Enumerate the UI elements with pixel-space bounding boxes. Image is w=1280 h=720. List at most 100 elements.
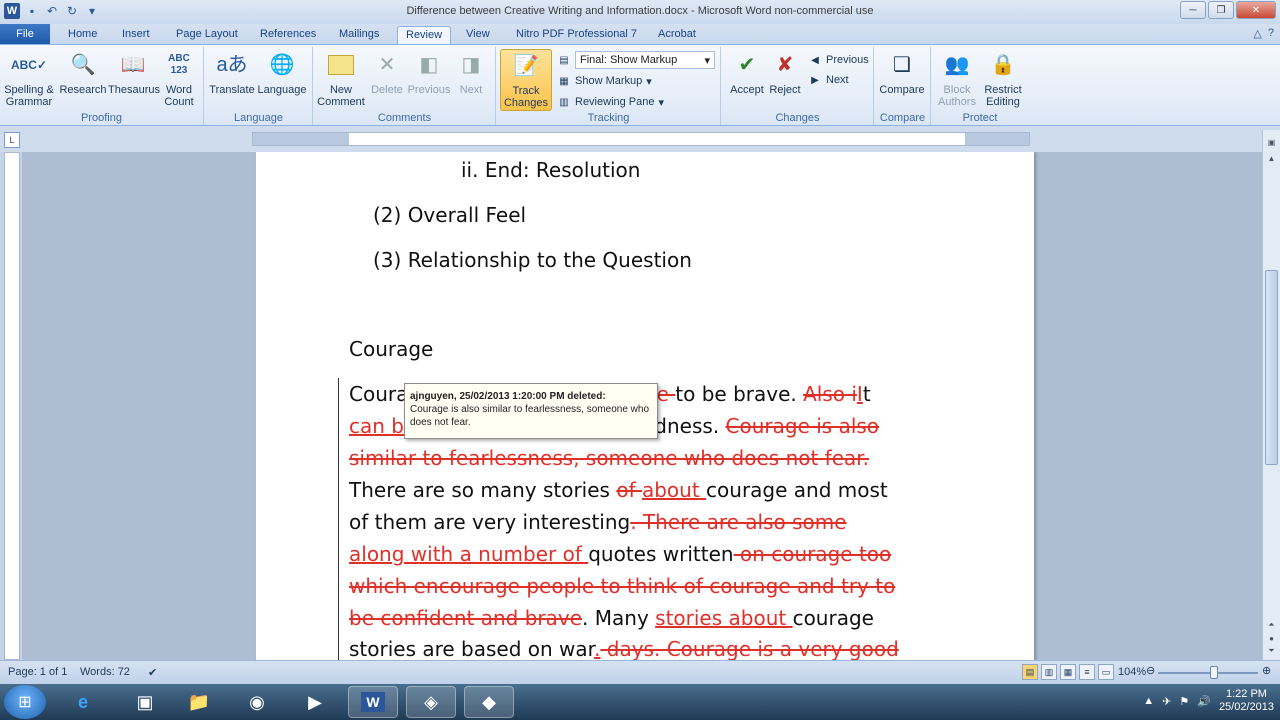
tab-file[interactable]: File bbox=[0, 24, 50, 44]
tooltip-body: Courage is also similar to fearlessness,… bbox=[410, 404, 649, 428]
ribbon-tabs: File Home Insert Page Layout References … bbox=[0, 24, 1280, 44]
paragraph-line[interactable]: along with a number of quotes written on… bbox=[349, 542, 891, 566]
word-taskbar-icon[interactable]: W bbox=[348, 686, 398, 718]
zoom-slider[interactable] bbox=[1158, 672, 1258, 674]
recorder-taskbar-icon[interactable]: ◆ bbox=[464, 686, 514, 718]
media-player-icon[interactable]: ▶ bbox=[290, 686, 340, 718]
start-button[interactable]: ⊞ bbox=[4, 685, 46, 719]
scroll-up-arrow-icon[interactable]: ▲ bbox=[1265, 154, 1278, 167]
tray-arrow-icon[interactable]: ▲ bbox=[1143, 695, 1154, 707]
compare-button[interactable]: ❏ Compare bbox=[877, 49, 927, 96]
spelling-grammar-button[interactable]: ABC✓ Spelling & Grammar bbox=[4, 49, 54, 108]
word-count-button[interactable]: ABC 123 Word Count bbox=[154, 49, 204, 108]
compare-icon: ❏ bbox=[893, 54, 911, 76]
next-change-button[interactable]: ▶ Next bbox=[808, 71, 848, 89]
tab-home[interactable]: Home bbox=[60, 26, 105, 44]
spelling-icon: ABC✓ bbox=[10, 58, 48, 72]
paragraph-line[interactable]: There are so many stories of about coura… bbox=[349, 478, 888, 502]
full-screen-reading-icon[interactable]: ▥ bbox=[1041, 664, 1057, 680]
file-explorer-icon[interactable]: 📁 bbox=[174, 686, 224, 718]
tab-acrobat[interactable]: Acrobat bbox=[650, 26, 704, 44]
web-layout-icon[interactable]: ▦ bbox=[1060, 664, 1076, 680]
delete-comment-icon: ✕ bbox=[378, 54, 396, 76]
display-for-review-dropdown[interactable]: ▤ Final: Show Markup ▾ bbox=[557, 51, 715, 69]
volume-icon[interactable]: 🔊 bbox=[1197, 695, 1211, 708]
chrome-icon[interactable]: ◉ bbox=[232, 686, 282, 718]
tab-mailings[interactable]: Mailings bbox=[331, 26, 387, 44]
minimize-button[interactable]: ─ bbox=[1180, 1, 1206, 19]
group-compare: ❏ Compare Compare bbox=[875, 47, 931, 125]
paragraph-line[interactable]: be confident and brave. Many stories abo… bbox=[349, 606, 874, 630]
proofing-status-icon[interactable]: ✔ bbox=[148, 666, 157, 679]
tab-nitro-pdf[interactable]: Nitro PDF Professional 7 bbox=[508, 26, 645, 44]
paragraph-line[interactable]: similar to fearlessness, someone who doe… bbox=[349, 446, 869, 470]
vertical-ruler[interactable] bbox=[4, 152, 20, 660]
ruler-toggle-icon[interactable]: ▣ bbox=[1265, 138, 1278, 151]
ruler-row: L bbox=[0, 126, 1280, 152]
tab-review[interactable]: Review bbox=[397, 26, 452, 44]
collapse-ribbon-icon[interactable]: △ bbox=[1253, 27, 1261, 40]
tray-network-icon[interactable]: ✈ bbox=[1162, 695, 1171, 708]
previous-change-icon: ◀ bbox=[811, 54, 819, 66]
thesaurus-button[interactable]: 📖 Thesaurus bbox=[108, 49, 160, 96]
tab-references[interactable]: References bbox=[252, 26, 324, 44]
track-changes-button[interactable]: 📝 Track Changes bbox=[500, 49, 552, 111]
reject-button[interactable]: ✘ Reject bbox=[760, 49, 810, 96]
vertical-scrollbar[interactable]: ▣ ▲ ⏶ ● ⏷ bbox=[1262, 130, 1280, 660]
reviewing-pane-icon: ▥ bbox=[559, 96, 569, 108]
next-change-icon: ▶ bbox=[811, 74, 819, 86]
close-button[interactable]: ✕ bbox=[1236, 1, 1276, 19]
outline-view-icon[interactable]: ≡ bbox=[1079, 664, 1095, 680]
track-changes-icon: 📝 bbox=[513, 55, 539, 77]
reviewing-pane-button[interactable]: ▥ Reviewing Pane ▾ bbox=[557, 93, 664, 111]
help-icon[interactable]: ? bbox=[1268, 27, 1274, 40]
ribbon-review: ABC✓ Spelling & Grammar 🔍 Research 📖 The… bbox=[0, 44, 1280, 126]
chevron-down-icon: ▾ bbox=[704, 54, 710, 67]
zoom-out-icon[interactable]: ⊖ bbox=[1146, 664, 1155, 677]
app-taskbar-icon[interactable]: ◈ bbox=[406, 686, 456, 718]
tab-view[interactable]: View bbox=[458, 26, 498, 44]
zoom-level[interactable]: 104% bbox=[1118, 666, 1146, 678]
group-label-changes: Changes bbox=[775, 112, 820, 124]
system-tray: ▲ ✈ ⚑ 🔊 1:22 PM 25/02/2013 bbox=[1143, 688, 1274, 714]
chevron-down-icon: ▾ bbox=[646, 75, 652, 88]
page-count[interactable]: Page: 1 of 1 bbox=[8, 666, 67, 678]
word-count[interactable]: Words: 72 bbox=[80, 666, 130, 678]
group-changes: ✔ Accept ✘ Reject ◀ Previous ▶ Next Chan… bbox=[722, 47, 874, 125]
tab-page-layout[interactable]: Page Layout bbox=[168, 26, 246, 44]
section-heading[interactable]: Courage bbox=[349, 337, 433, 361]
next-page-icon[interactable]: ⏷ bbox=[1265, 646, 1278, 659]
block-authors-button[interactable]: 👥 Block Authors bbox=[932, 49, 982, 108]
tab-selector[interactable]: L bbox=[4, 132, 20, 148]
language-button[interactable]: 🌐 Language bbox=[257, 49, 307, 96]
previous-comment-icon: ◧ bbox=[419, 54, 439, 76]
show-markup-button[interactable]: ▦ Show Markup ▾ bbox=[557, 72, 652, 90]
tab-insert[interactable]: Insert bbox=[114, 26, 158, 44]
group-label-comments: Comments bbox=[377, 112, 432, 124]
display-review-icon: ▤ bbox=[559, 54, 569, 66]
zoom-in-icon[interactable]: ⊕ bbox=[1262, 664, 1271, 677]
previous-change-button[interactable]: ◀ Previous bbox=[808, 51, 869, 69]
maximize-button[interactable]: ❐ bbox=[1208, 1, 1234, 19]
clock[interactable]: 1:22 PM 25/02/2013 bbox=[1219, 688, 1274, 714]
paragraph-line[interactable]: which encourage people to think of coura… bbox=[349, 574, 895, 598]
draft-view-icon[interactable]: ▭ bbox=[1098, 664, 1114, 680]
outline-item[interactable]: (3) Relationship to the Question bbox=[373, 248, 692, 272]
outline-item[interactable]: ii. End: Resolution bbox=[461, 158, 640, 182]
tray-flag-icon[interactable]: ⚑ bbox=[1179, 695, 1189, 708]
horizontal-ruler[interactable] bbox=[252, 132, 1030, 146]
zoom-slider-knob[interactable] bbox=[1210, 666, 1218, 679]
paragraph-line[interactable]: stories are based on war. days. Courage … bbox=[349, 637, 899, 660]
translate-button[interactable]: aあ Translate bbox=[207, 49, 257, 96]
paragraph-line[interactable]: of them are very interesting. There are … bbox=[349, 510, 847, 534]
previous-page-icon[interactable]: ⏶ bbox=[1265, 620, 1278, 633]
media-library-icon[interactable]: ▣ bbox=[120, 686, 170, 718]
new-comment-button[interactable]: New Comment bbox=[316, 49, 366, 108]
outline-item[interactable]: (2) Overall Feel bbox=[373, 203, 526, 227]
research-button[interactable]: 🔍 Research bbox=[58, 49, 108, 96]
restrict-editing-button[interactable]: 🔒 Restrict Editing bbox=[978, 49, 1028, 108]
print-layout-icon[interactable]: ▤ bbox=[1022, 664, 1038, 680]
scrollbar-thumb[interactable] bbox=[1265, 270, 1278, 465]
internet-explorer-icon[interactable]: e bbox=[58, 686, 108, 718]
next-comment-button[interactable]: ◨ Next bbox=[446, 49, 496, 96]
